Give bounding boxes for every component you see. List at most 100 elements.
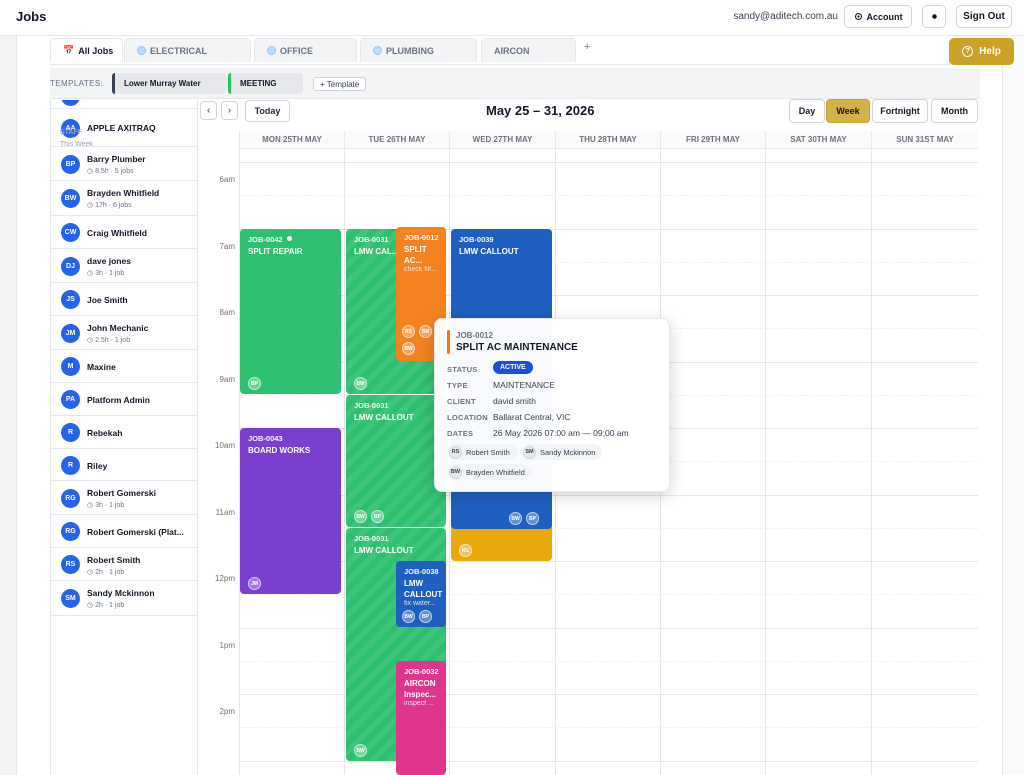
avatar: BP [526, 512, 539, 525]
clock-icon: ◷ [87, 337, 96, 344]
avatar: BW [354, 510, 367, 523]
staff-item[interactable]: RG Robert Gomerski (Plat... [51, 515, 197, 548]
templates-bar: TEMPLATES: Lower Murray Water MEETING + … [50, 68, 980, 99]
event-job-id: JOB-0012 [404, 233, 439, 242]
staff-item[interactable]: RS Robert Smith ◷ 2h · 1 job [51, 548, 197, 581]
view-month-button[interactable]: Month [931, 99, 978, 123]
tab-plumbing[interactable]: PLUMBING [360, 38, 477, 62]
staff-item[interactable]: M Maxine [51, 350, 197, 383]
staff-item[interactable]: DJ dave jones ◷ 3h · 1 job [51, 249, 197, 283]
staff-meta-text: 2.5h · 1 job [95, 337, 131, 344]
staff-meta: ◷ 3h · 1 job [87, 269, 124, 277]
staff-item[interactable]: RG Robert Gomerski ◷ 3h · 1 job [51, 481, 197, 515]
staff-item[interactable] [51, 100, 197, 109]
account-button[interactable]: Account [844, 5, 912, 28]
event-title: BOARD WORKS [248, 446, 311, 455]
category-tabs: 📅 All Jobs ELECTRICAL OFFICE PLUMBING AI… [50, 37, 1002, 65]
hour-line [239, 761, 978, 762]
staff-meta-text: 2h · 1 job [95, 602, 125, 609]
tab-electrical[interactable]: ELECTRICAL [124, 38, 251, 62]
help-label: Help [979, 46, 1001, 57]
tab-label: ELECTRICAL [150, 45, 207, 56]
avatar: SM [61, 589, 80, 608]
staff-name: dave jones [87, 256, 131, 266]
staff-name: Robert Smith [87, 555, 141, 565]
tab-all-jobs[interactable]: 📅 All Jobs [50, 38, 123, 62]
event-title: SPLIT AC... [404, 245, 427, 265]
staff-item[interactable]: AA APPLE AXITRAQ STAFF This Week [51, 110, 197, 148]
day-header: FRI 29TH MAY [660, 131, 765, 149]
avatar: JM [61, 323, 80, 343]
hour-label: 12pm [214, 574, 235, 583]
event-job-id: JOB-0031 [354, 534, 389, 543]
staff-item[interactable]: JS Joe Smith [51, 283, 197, 316]
today-button[interactable]: Today [245, 100, 290, 122]
status-dot-icon [287, 236, 292, 241]
day-header: TUE 26TH MAY [344, 131, 449, 149]
tab-label: OFFICE [280, 45, 313, 56]
location-value: Ballarat Central, VIC [493, 412, 571, 422]
sun-icon [931, 14, 937, 19]
assignee-chip: RS Robert Smith [447, 444, 517, 460]
add-tab-button[interactable]: + [584, 41, 590, 53]
status-badge: ACTIVE [493, 361, 533, 374]
staff-item[interactable]: PA Platform Admin [51, 383, 197, 416]
event-title: LMW CALLOUT [459, 247, 519, 256]
job-event[interactable]: JOB-0032 AIRCON Inspec... inspect ... [396, 661, 446, 775]
staff-item[interactable]: R Rebekah [51, 416, 197, 449]
template-meeting[interactable]: MEETING [228, 73, 303, 94]
staff-item[interactable]: CW Craig Whitfield [51, 216, 197, 249]
hour-label: 7am [219, 242, 235, 251]
hour-label: 9am [219, 375, 235, 384]
view-day-button[interactable]: Day [789, 99, 825, 123]
avatar: SM [419, 325, 432, 338]
staff-item[interactable]: JM John Mechanic ◷ 2.5h · 1 job [51, 316, 197, 350]
staff-name: Sandy Mckinnon [87, 588, 155, 598]
day-header: SAT 30TH MAY [765, 131, 871, 149]
staff-name: Maxine [87, 362, 116, 372]
globe-icon [373, 46, 382, 55]
next-week-button[interactable]: › [221, 101, 238, 120]
staff-item[interactable]: BW Brayden Whitfield ◷ 17h · 6 jobs [51, 181, 197, 216]
avatar: RS [402, 325, 415, 338]
view-week-button[interactable]: Week [826, 99, 870, 123]
staff-name: Craig Whitfield [87, 228, 147, 238]
gear-icon [854, 12, 862, 21]
prev-week-button[interactable]: ‹ [200, 101, 217, 120]
popover-accent [447, 330, 450, 354]
user-email: sandy@aditech.com.au [733, 11, 838, 22]
theme-toggle-button[interactable] [922, 5, 946, 28]
popover-job-title: SPLIT AC MAINTENANCE [456, 342, 578, 353]
avatar: BW [402, 610, 415, 623]
avatar: RG [459, 544, 472, 557]
clock-icon: ◷ [87, 569, 96, 576]
assignee-chip: SM Sandy Mckinnon [521, 444, 603, 460]
job-event[interactable]: JOB-0043 BOARD WORKS JM [240, 428, 341, 594]
globe-icon [267, 46, 276, 55]
event-description: check filt... [404, 266, 438, 273]
event-job-id: JOB-0043 [248, 434, 283, 443]
staff-item[interactable]: BP Barry Plumber ◷ 8.5h · 5 jobs [51, 147, 197, 181]
tab-office[interactable]: OFFICE [254, 38, 357, 62]
sign-out-button[interactable]: Sign Out [956, 5, 1012, 28]
view-fortnight-button[interactable]: Fortnight [872, 99, 928, 123]
staff-name: Rebekah [87, 428, 123, 438]
hour-label: 8am [219, 308, 235, 317]
add-template-button[interactable]: + Template [313, 77, 367, 91]
job-event[interactable]: JOB-0042 SPLIT REPAIR BP [240, 229, 341, 394]
clock-icon: ◷ [87, 502, 96, 509]
job-event[interactable]: JOB-0031 LMW CALLOUT BW BP [346, 395, 446, 527]
job-detail-popover: JOB-0012 SPLIT AC MAINTENANCE STATUS ACT… [434, 318, 670, 492]
template-lower-murray-water[interactable]: Lower Murray Water [112, 73, 226, 94]
clock-icon: ◷ [87, 168, 96, 175]
staff-item[interactable]: R Riley [51, 449, 197, 481]
tab-aircon[interactable]: AIRCON [481, 38, 576, 62]
staff-meta-text: 17h · 6 jobs [95, 202, 132, 209]
day-header: THU 28TH MAY [555, 131, 660, 149]
staff-item[interactable]: SM Sandy Mckinnon ◷ 2h · 1 job [51, 581, 197, 616]
hour-label: 6am [219, 175, 235, 184]
job-event[interactable]: JOB-0038 LMW CALLOUT fix water... BW BP [396, 561, 446, 627]
help-button[interactable]: ? Help [949, 38, 1014, 65]
date-range-title: May 25 – 31, 2026 [486, 103, 595, 118]
dates-label: DATES [447, 429, 474, 438]
